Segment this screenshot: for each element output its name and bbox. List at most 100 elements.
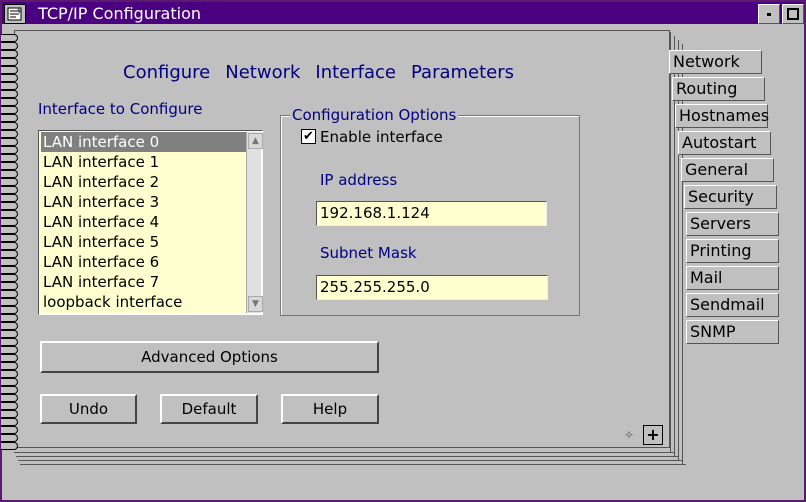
list-item[interactable]: LAN interface 4 — [43, 212, 243, 232]
subnet-mask-field[interactable]: 255.255.255.0 — [316, 275, 548, 300]
page-edge — [14, 452, 674, 453]
tab-routing[interactable]: Routing — [672, 77, 765, 101]
binding-ring — [1, 282, 18, 290]
title-bar[interactable]: TCP/IP Configuration — [2, 2, 804, 24]
binding-ring — [1, 42, 18, 50]
binding-ring — [1, 442, 18, 450]
minimize-button[interactable] — [758, 4, 780, 24]
tab-snmp[interactable]: SNMP — [686, 320, 779, 344]
binding-ring — [1, 162, 18, 170]
enable-interface-label[interactable]: Enable interface — [320, 128, 443, 146]
binding-ring — [1, 354, 18, 362]
binding-ring — [1, 386, 18, 394]
binding-ring — [1, 50, 18, 58]
list-item[interactable]: LAN interface 3 — [43, 192, 243, 212]
binding-ring — [1, 170, 18, 178]
binding-ring — [1, 186, 18, 194]
tab-servers[interactable]: Servers — [686, 212, 779, 236]
binding-ring — [1, 106, 18, 114]
binding-ring — [1, 330, 18, 338]
interface-listbox[interactable]: LAN interface 0 LAN interface 1 LAN inte… — [38, 130, 263, 315]
binding-ring — [1, 138, 18, 146]
page-heading: Configure Network Interface Parameters — [123, 62, 529, 83]
list-item[interactable]: LAN interface 2 — [43, 172, 243, 192]
tab-printing[interactable]: Printing — [686, 239, 779, 263]
system-menu-icon[interactable] — [4, 4, 26, 24]
subnet-mask-label: Subnet Mask — [320, 244, 417, 262]
scroll-up-icon[interactable]: ▲ — [248, 133, 263, 149]
interface-list-label: Interface to Configure — [38, 100, 203, 118]
binding-ring — [1, 306, 18, 314]
page-edge — [16, 456, 678, 457]
heading-word: Parameters — [411, 62, 515, 83]
binding-ring — [1, 418, 18, 426]
list-item[interactable]: LAN interface 0 — [41, 132, 246, 152]
page-edge — [678, 40, 679, 460]
binding-ring — [1, 122, 18, 130]
binding-ring — [1, 338, 18, 346]
maximize-button[interactable] — [782, 4, 804, 24]
undo-button[interactable]: Undo — [40, 394, 137, 424]
heading-word: Network — [225, 62, 301, 83]
list-scrollbar[interactable]: ▲ ▼ — [246, 132, 263, 313]
page-edge — [670, 32, 671, 452]
plus-icon[interactable]: + — [643, 425, 663, 445]
binding-ring — [1, 34, 18, 42]
binding-ring — [1, 410, 18, 418]
heading-word: Interface — [315, 62, 396, 83]
tab-mail[interactable]: Mail — [686, 266, 779, 290]
default-button[interactable]: Default — [160, 394, 258, 424]
binding-ring — [1, 218, 18, 226]
list-item[interactable]: loopback interface — [43, 292, 243, 312]
ip-address-field[interactable]: 192.168.1.124 — [316, 201, 547, 226]
tab-autostart[interactable]: Autostart — [678, 131, 771, 155]
binding-ring — [1, 346, 18, 354]
tab-sendmail[interactable]: Sendmail — [686, 293, 779, 317]
binding-ring — [1, 242, 18, 250]
binding-ring — [1, 194, 18, 202]
tab-network[interactable]: Network — [669, 50, 762, 74]
binding-ring — [1, 434, 18, 442]
binding-ring — [1, 82, 18, 90]
list-item[interactable]: LAN interface 1 — [43, 152, 243, 172]
binding-ring — [1, 90, 18, 98]
binding-ring — [1, 74, 18, 82]
binding-ring — [1, 426, 18, 434]
page-edge — [18, 460, 682, 461]
enable-interface-checkbox[interactable]: ✔ — [301, 129, 316, 144]
binding-ring — [1, 394, 18, 402]
list-item[interactable]: LAN interface 6 — [43, 252, 243, 272]
ip-address-label: IP address — [320, 171, 398, 189]
binding-ring — [1, 322, 18, 330]
binding-ring — [1, 290, 18, 298]
binding-ring — [1, 114, 18, 122]
tab-general[interactable]: General — [681, 158, 774, 182]
tab-hostnames[interactable]: Hostnames — [675, 104, 769, 128]
scroll-down-icon[interactable]: ▼ — [248, 296, 263, 312]
heading-word: Configure — [123, 62, 211, 83]
arrow-left-icon[interactable]: ✧ — [620, 426, 638, 444]
binding-ring — [1, 402, 18, 410]
spiral-binding — [0, 34, 18, 454]
binding-ring — [1, 146, 18, 154]
help-button[interactable]: Help — [281, 394, 379, 424]
binding-ring — [1, 258, 18, 266]
page-edge — [20, 464, 686, 465]
advanced-options-button[interactable]: Advanced Options — [40, 341, 379, 373]
list-item[interactable]: LAN interface 5 — [43, 232, 243, 252]
binding-ring — [1, 362, 18, 370]
list-item[interactable]: LAN interface 7 — [43, 272, 243, 292]
binding-ring — [1, 274, 18, 282]
binding-ring — [1, 314, 18, 322]
binding-ring — [1, 130, 18, 138]
binding-ring — [1, 178, 18, 186]
binding-ring — [1, 234, 18, 242]
binding-ring — [1, 98, 18, 106]
binding-ring — [1, 266, 18, 274]
binding-ring — [1, 370, 18, 378]
tab-security[interactable]: Security — [684, 185, 777, 209]
group-title: Configuration Options — [290, 106, 459, 124]
binding-ring — [1, 154, 18, 162]
binding-ring — [1, 210, 18, 218]
window-title: TCP/IP Configuration — [38, 4, 202, 23]
